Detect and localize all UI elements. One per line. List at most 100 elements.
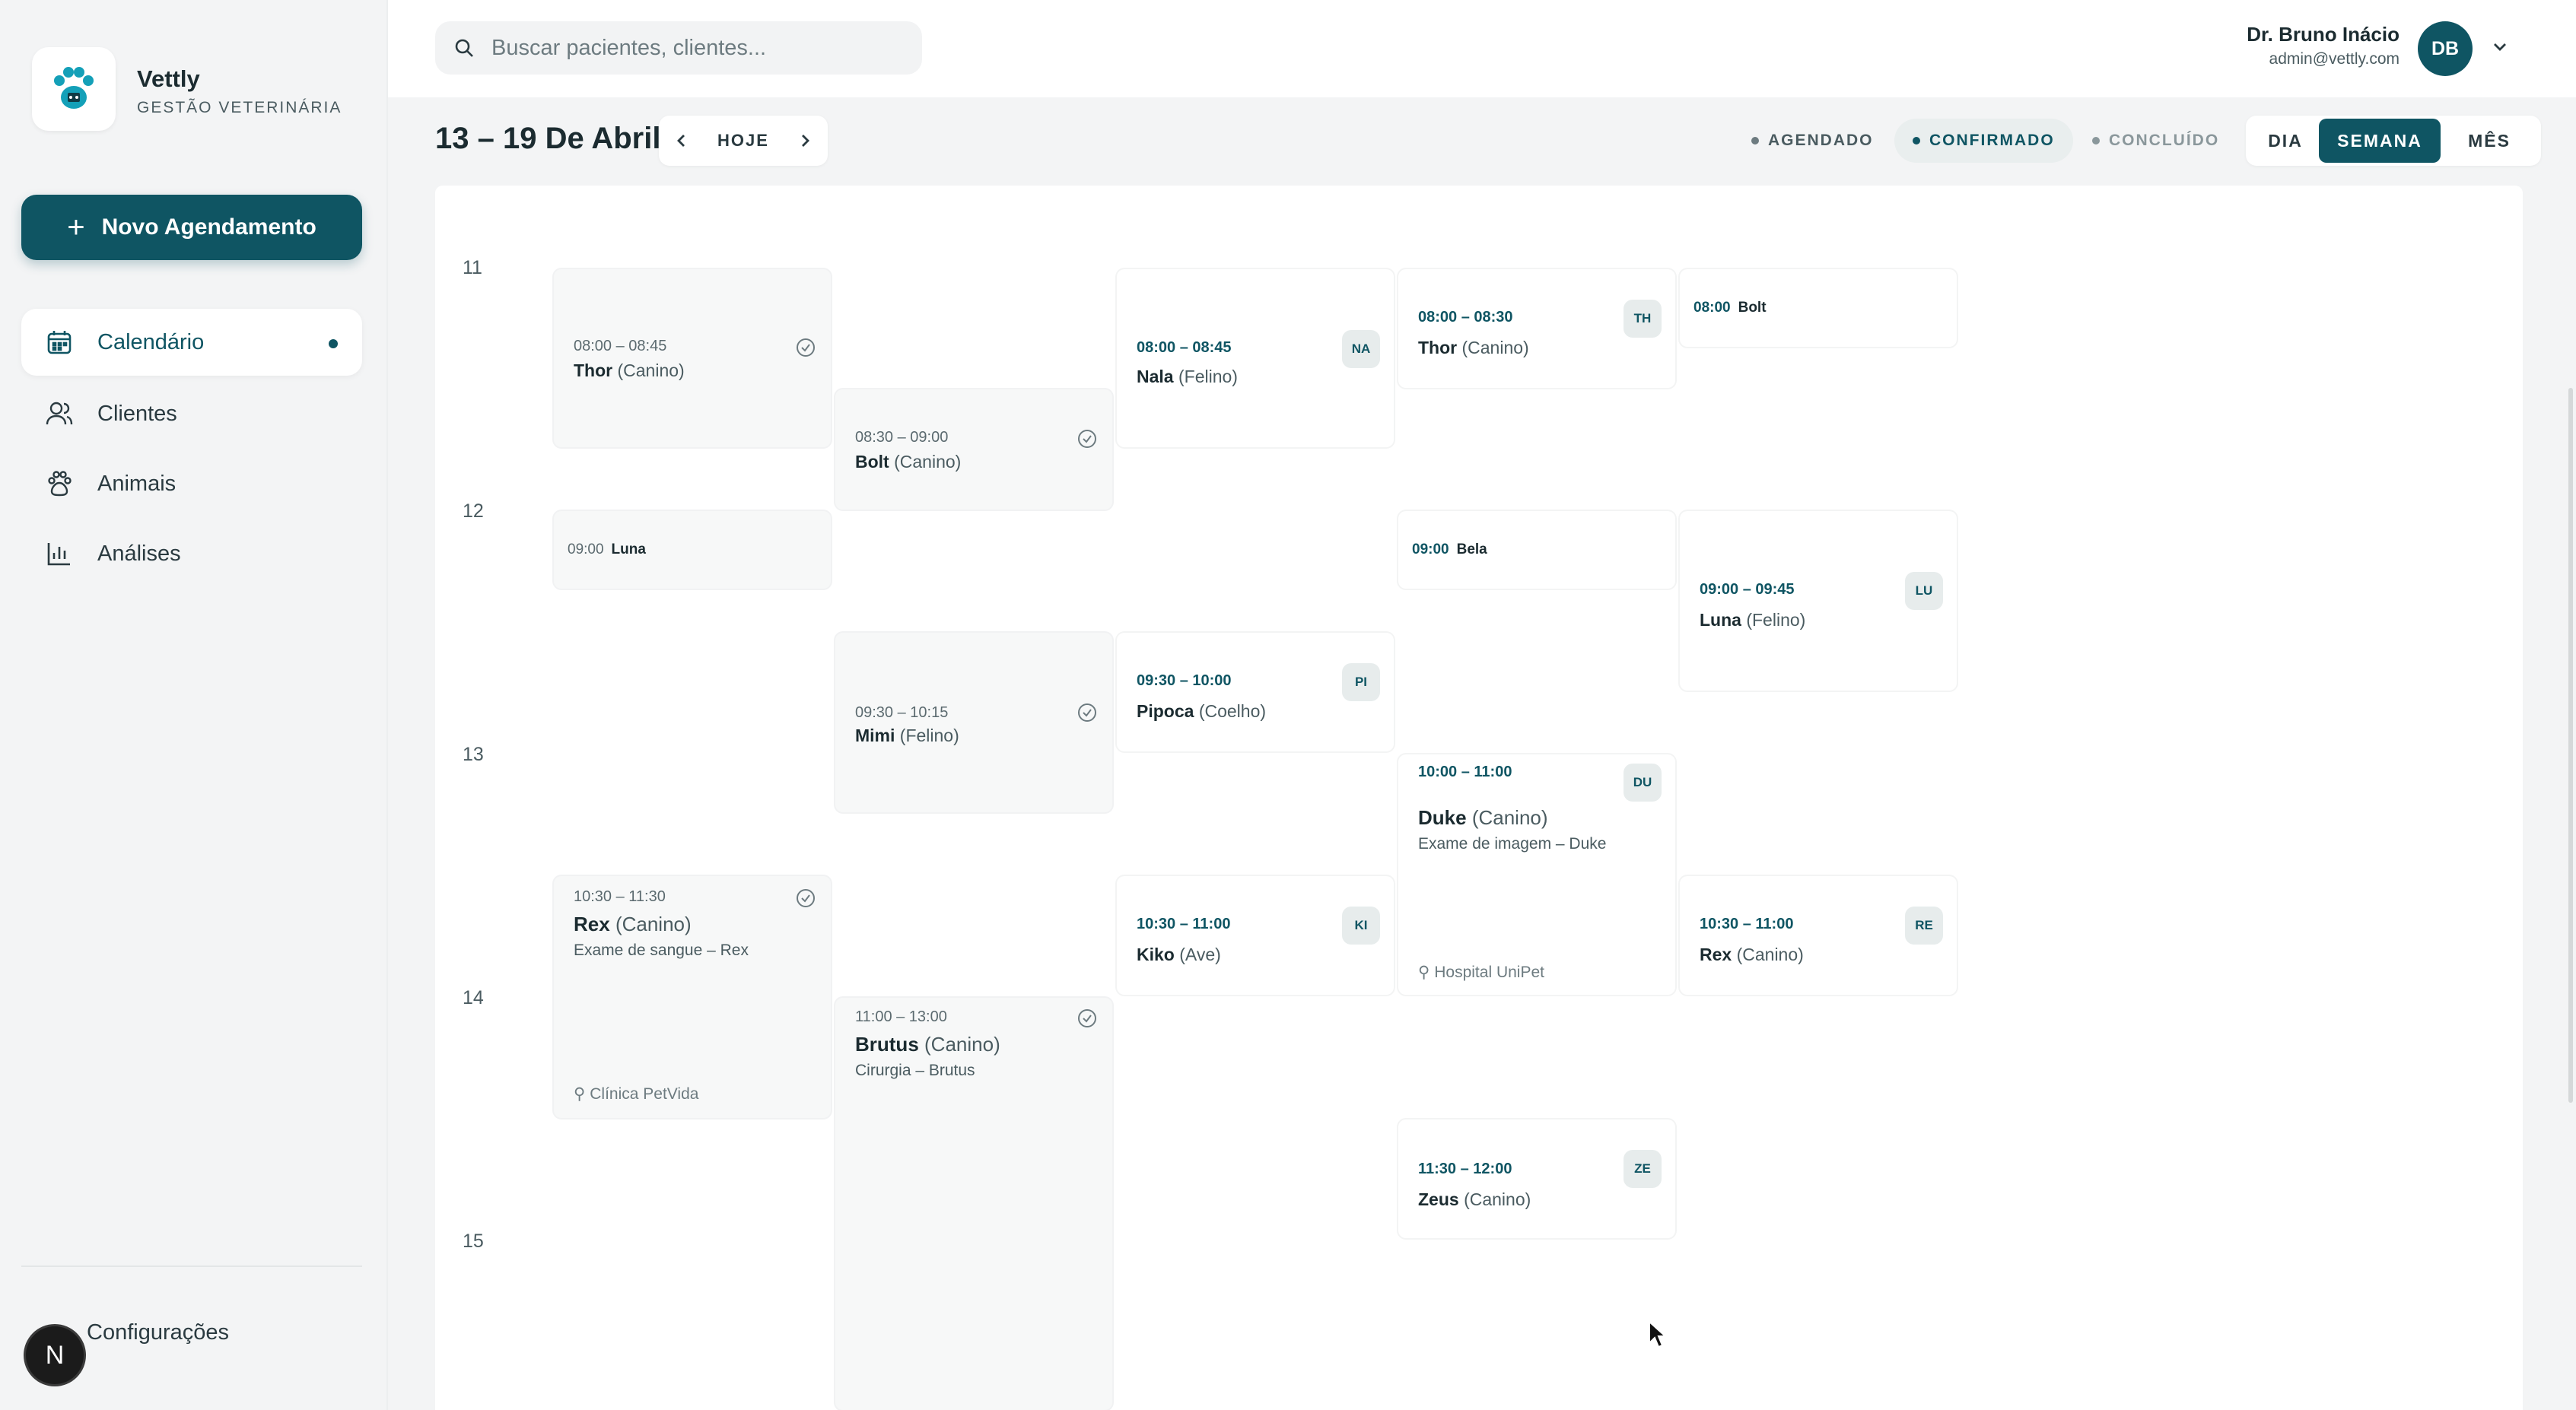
event-card-duke[interactable]: 10:00 – 11:00 Duke (Canino) Exame de ima… [1398,754,1675,995]
sidebar-item-clientes[interactable]: Clientes [21,380,362,447]
event-description: Cirurgia – Brutus [855,1062,975,1079]
event-patient: Luna (Felino) [1700,610,1805,630]
event-mini-content: 09:00 Luna [568,541,646,558]
patient-name: Nala [1137,367,1174,386]
event-patient: Rex (Canino) [574,913,692,936]
today-button[interactable]: HOJE [717,131,769,151]
event-card-mimi[interactable]: 09:30 – 10:15 Mimi (Felino) [835,633,1112,812]
search-input[interactable] [490,34,904,62]
event-mini-bolt[interactable]: 08:00 Bolt [1680,269,1957,347]
event-time: 10:30 – 11:00 [1700,916,1794,932]
hour-label: 15 [463,1231,484,1252]
sidebar-divider [21,1266,362,1267]
patient-species: (Ave) [1179,945,1221,964]
sidebar-item-analises[interactable]: Análises [21,520,362,587]
patient-initials-badge: RE [1905,907,1943,945]
patient-initials-badge: KI [1342,907,1380,945]
patient-species: (Coelho) [1198,701,1267,721]
sidebar: Vettly GESTÃO VETERINÁRIA + Novo Agendam… [0,0,388,1410]
patient-species: (Felino) [1178,367,1238,386]
event-time: 09:30 – 10:00 [1137,672,1232,689]
person-icon: ⚲ [574,1085,586,1103]
event-card-rex-2[interactable]: 10:30 – 11:00 Rex (Canino) RE [1680,876,1957,995]
event-mini-bela[interactable]: 09:00 Bela [1398,511,1675,589]
patient-species: (Canino) [1464,1189,1531,1209]
event-card-thor-2[interactable]: 08:00 – 08:30 Thor (Canino) TH [1398,269,1675,388]
view-switcher: DIA SEMANA MÊS [2246,116,2541,166]
event-patient: Pipoca (Coelho) [1137,701,1266,722]
sidebar-item-label: Clientes [97,401,177,426]
search-bar[interactable] [435,21,922,75]
event-location: ⚲ Clínica PetVida [574,1084,698,1104]
chevron-left-icon [677,135,685,147]
patient-name: Luna [1700,610,1741,630]
patient-species: (Canino) [1461,338,1529,357]
mouse-cursor-icon [1649,1320,1668,1348]
settings-link[interactable]: Configurações [87,1320,229,1345]
event-patient: Kiko (Ave) [1137,945,1221,965]
new-appointment-label: Novo Agendamento [101,214,316,240]
filter-concluido[interactable]: CONCLUÍDO [2074,119,2238,163]
event-patient: Nala (Felino) [1137,367,1238,387]
sidebar-item-animais[interactable]: Animais [21,450,362,517]
patient-name: Pipoca [1137,701,1194,721]
patient-name: Bolt [1738,300,1767,316]
event-time: 08:00 – 08:45 [574,338,667,354]
status-dot [1913,137,1920,144]
event-patient: Bolt (Canino) [855,452,961,472]
week-title: 13 – 19 De Abril [435,122,661,155]
event-time: 11:00 – 13:00 [855,1008,947,1025]
event-card-bolt[interactable]: 08:30 – 09:00 Bolt (Canino) [835,389,1112,510]
patient-initials-badge: LU [1905,572,1943,610]
event-description: Exame de imagem – Duke [1418,835,1607,853]
avatar[interactable]: DB [2418,21,2473,76]
next-week-button[interactable] [782,116,828,166]
event-mini-content: 08:00 Bolt [1693,300,1767,316]
status-dot [1751,137,1759,144]
event-card-pipoca[interactable]: 09:30 – 10:00 Pipoca (Coelho) PI [1117,633,1394,751]
search-icon [452,36,476,60]
patient-name: Duke [1418,806,1467,829]
patient-species: (Canino) [924,1033,1000,1056]
location-name: Clínica PetVida [590,1085,699,1103]
event-mini-luna[interactable]: 09:00 Luna [554,511,831,589]
check-circle-icon [1078,430,1096,448]
new-appointment-button[interactable]: + Novo Agendamento [21,195,362,260]
n-badge[interactable]: N [26,1326,84,1384]
paw-icon [44,468,75,499]
patient-initials-badge: ZE [1624,1150,1662,1188]
patient-species: (Canino) [894,452,962,472]
event-card-nala[interactable]: 08:00 – 08:45 Nala (Felino) NA [1117,269,1394,447]
calendar-scrollbar[interactable] [2568,388,2573,1103]
person-icon: ⚲ [1418,964,1430,981]
event-patient: Rex (Canino) [1700,945,1804,965]
patient-name: Rex [574,913,610,935]
prev-week-button[interactable] [659,116,704,166]
event-card-kiko[interactable]: 10:30 – 11:00 Kiko (Ave) KI [1117,876,1394,995]
event-card-zeus[interactable]: 11:30 – 12:00 Zeus (Canino) ZE [1398,1119,1675,1238]
view-day-button[interactable]: DIA [2249,119,2322,163]
event-patient: Brutus (Canino) [855,1033,1000,1056]
filter-label: AGENDADO [1768,132,1874,149]
event-card-luna[interactable]: 09:00 – 09:45 Luna (Felino) LU [1680,511,1957,691]
check-circle-icon [797,889,815,907]
view-month-button[interactable]: MÊS [2442,119,2536,163]
sidebar-item-calendario[interactable]: Calendário [21,309,362,376]
filter-confirmado[interactable]: CONFIRMADO [1894,119,2073,163]
event-card-brutus[interactable]: 11:00 – 13:00 Brutus (Canino) Cirurgia –… [835,998,1112,1410]
event-time: 10:30 – 11:30 [574,888,666,905]
patient-species: (Felino) [899,726,959,745]
sidebar-item-label: Calendário [97,329,205,354]
patient-species: (Canino) [1471,806,1548,829]
event-card-thor[interactable]: 08:00 – 08:45 Thor (Canino) [554,269,831,447]
filter-agendado[interactable]: AGENDADO [1733,119,1892,163]
view-week-button[interactable]: SEMANA [2319,119,2441,163]
patient-species: (Felino) [1746,610,1806,630]
check-circle-icon [1078,1009,1096,1027]
event-description: Exame de sangue – Rex [574,942,749,959]
chevron-down-icon[interactable] [2489,37,2511,58]
patient-name: Kiko [1137,945,1175,964]
patient-name: Rex [1700,945,1732,964]
hour-label: 13 [463,744,484,765]
event-card-rex[interactable]: 10:30 – 11:30 Rex (Canino) Exame de sang… [554,876,831,1118]
